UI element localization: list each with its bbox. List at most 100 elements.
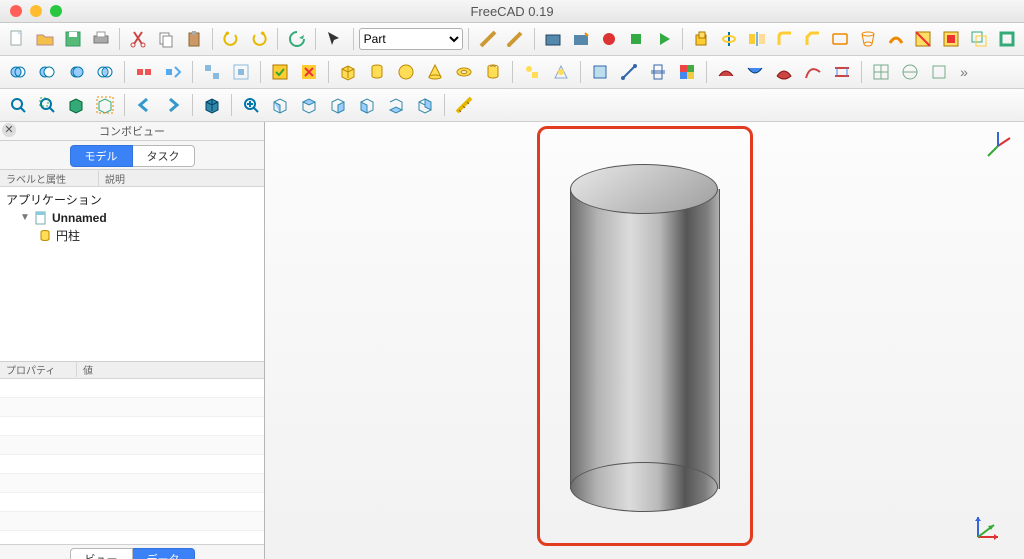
toolbar-row-3 bbox=[0, 89, 1024, 122]
main-body: ✕ コンボビュー モデル タスク ラベルと属性 説明 アプリケーション ▼ Un… bbox=[0, 122, 1024, 559]
view-front-button[interactable] bbox=[266, 91, 294, 119]
macro-edit-button[interactable] bbox=[567, 25, 594, 53]
surface-sections-button[interactable] bbox=[828, 58, 856, 86]
bounding-box-button[interactable] bbox=[91, 91, 119, 119]
color-button[interactable] bbox=[673, 58, 701, 86]
part-fillet-button[interactable] bbox=[771, 25, 798, 53]
view-left-button[interactable] bbox=[411, 91, 439, 119]
surface-fill-button[interactable] bbox=[712, 58, 740, 86]
split-button[interactable] bbox=[159, 58, 187, 86]
save-document-button[interactable] bbox=[59, 25, 86, 53]
primitive-torus-button[interactable] bbox=[450, 58, 478, 86]
measure-button[interactable] bbox=[474, 25, 501, 53]
measure-distance-button[interactable] bbox=[450, 91, 478, 119]
join-connect-button[interactable] bbox=[130, 58, 158, 86]
property-header-name: プロパティ bbox=[0, 362, 77, 377]
view-right-button[interactable] bbox=[324, 91, 352, 119]
tree-item-cylinder[interactable]: 円柱 bbox=[38, 227, 258, 245]
more-tools-3[interactable] bbox=[925, 58, 953, 86]
toolbar-overflow-button[interactable]: » bbox=[954, 64, 974, 80]
new-document-button[interactable] bbox=[4, 25, 31, 53]
measure-linear-button[interactable] bbox=[502, 25, 529, 53]
surface-cut-button[interactable] bbox=[741, 58, 769, 86]
zoom-selection-button[interactable] bbox=[33, 91, 61, 119]
cylinder-object bbox=[570, 164, 718, 512]
paste-button[interactable] bbox=[180, 25, 207, 53]
boolean-button[interactable] bbox=[4, 58, 32, 86]
part-offset-button[interactable] bbox=[965, 25, 992, 53]
part-design-button[interactable] bbox=[586, 58, 614, 86]
shape-builder-button[interactable] bbox=[547, 58, 575, 86]
boolean-cut-button[interactable] bbox=[33, 58, 61, 86]
tab-model[interactable]: モデル bbox=[70, 145, 133, 167]
view-top-button[interactable] bbox=[295, 91, 323, 119]
cut-button[interactable] bbox=[125, 25, 152, 53]
part-revolve-button[interactable] bbox=[716, 25, 743, 53]
viewport-3d[interactable] bbox=[265, 122, 1024, 559]
combo-close-button[interactable]: ✕ bbox=[2, 123, 16, 137]
defeaturing-button[interactable] bbox=[295, 58, 323, 86]
workbench-selector[interactable]: Part bbox=[359, 28, 464, 50]
compound-button[interactable] bbox=[198, 58, 226, 86]
macro-record-button[interactable] bbox=[595, 25, 622, 53]
nav-back-button[interactable] bbox=[130, 91, 158, 119]
draw-style-button[interactable] bbox=[62, 91, 90, 119]
part-ruled-button[interactable] bbox=[827, 25, 854, 53]
tab-task[interactable]: タスク bbox=[133, 145, 195, 167]
copy-button[interactable] bbox=[153, 25, 180, 53]
macro-folder-button[interactable] bbox=[540, 25, 567, 53]
part-cross-button[interactable] bbox=[938, 25, 965, 53]
part-loft-button[interactable] bbox=[855, 25, 882, 53]
expand-toggle-icon[interactable]: ▼ bbox=[20, 209, 30, 227]
property-header-value: 値 bbox=[77, 362, 93, 377]
tree-root-application[interactable]: アプリケーション bbox=[6, 191, 258, 209]
check-geometry-button[interactable] bbox=[266, 58, 294, 86]
nav-forward-button[interactable] bbox=[159, 91, 187, 119]
view-bottom-button[interactable] bbox=[382, 91, 410, 119]
view-rear-button[interactable] bbox=[353, 91, 381, 119]
print-button[interactable] bbox=[87, 25, 114, 53]
redo-button[interactable] bbox=[246, 25, 273, 53]
property-header: プロパティ 値 bbox=[0, 362, 264, 379]
primitive-cylinder-button[interactable] bbox=[363, 58, 391, 86]
zoom-fit-button[interactable] bbox=[4, 91, 32, 119]
surface-extend-button[interactable] bbox=[770, 58, 798, 86]
more-tools-1[interactable] bbox=[867, 58, 895, 86]
tree-root-label: アプリケーション bbox=[6, 191, 102, 209]
part-section-button[interactable] bbox=[910, 25, 937, 53]
select-cursor-button[interactable] bbox=[321, 25, 348, 53]
part-mirror-button[interactable] bbox=[744, 25, 771, 53]
view-iso-button[interactable] bbox=[198, 91, 226, 119]
primitive-box-button[interactable] bbox=[334, 58, 362, 86]
zoom-in-button[interactable] bbox=[237, 91, 265, 119]
draft-button[interactable] bbox=[615, 58, 643, 86]
primitives-generic-button[interactable] bbox=[518, 58, 546, 86]
part-extrude-button[interactable] bbox=[688, 25, 715, 53]
refresh-button[interactable] bbox=[283, 25, 310, 53]
cylinder-icon bbox=[38, 229, 52, 243]
part-sweep-button[interactable] bbox=[882, 25, 909, 53]
more-tools-2[interactable] bbox=[896, 58, 924, 86]
macro-play-button[interactable] bbox=[651, 25, 678, 53]
model-tree[interactable]: アプリケーション ▼ Unnamed 円柱 bbox=[0, 187, 264, 362]
tab-data[interactable]: データ bbox=[133, 548, 195, 559]
part-thickness-button[interactable] bbox=[993, 25, 1020, 53]
property-grid[interactable] bbox=[0, 379, 264, 545]
tree-header: ラベルと属性 説明 bbox=[0, 170, 264, 187]
primitive-cone-button[interactable] bbox=[421, 58, 449, 86]
boolean-fuse-button[interactable] bbox=[62, 58, 90, 86]
tree-document-label: Unnamed bbox=[52, 209, 107, 227]
primitive-sphere-button[interactable] bbox=[392, 58, 420, 86]
nav-cube-mini bbox=[980, 128, 1016, 164]
macro-stop-button[interactable] bbox=[623, 25, 650, 53]
tab-view[interactable]: ビュー bbox=[70, 548, 133, 559]
section-plane-button[interactable] bbox=[644, 58, 672, 86]
open-document-button[interactable] bbox=[32, 25, 59, 53]
primitive-tube-button[interactable] bbox=[479, 58, 507, 86]
filter-button[interactable] bbox=[227, 58, 255, 86]
surface-curve-button[interactable] bbox=[799, 58, 827, 86]
part-chamfer-button[interactable] bbox=[799, 25, 826, 53]
undo-button[interactable] bbox=[218, 25, 245, 53]
tree-document[interactable]: ▼ Unnamed bbox=[20, 209, 258, 227]
boolean-common-button[interactable] bbox=[91, 58, 119, 86]
